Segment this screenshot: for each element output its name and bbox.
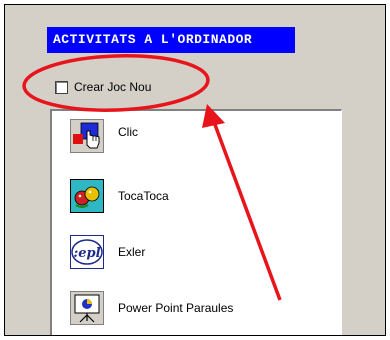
crear-joc-nou-option[interactable]: Crear Joc Nou (55, 80, 151, 94)
list-item-exler[interactable]: :epl Exler (70, 235, 145, 269)
list-item-label: Power Point Paraules (118, 301, 234, 315)
crear-joc-nou-checkbox[interactable] (55, 80, 68, 94)
list-item-label: Clic (118, 125, 138, 139)
list-item-clic[interactable]: Clic (70, 119, 138, 153)
list-item-power-point-paraules[interactable]: Power Point Paraules (70, 291, 233, 325)
svg-text::epl: :epl (73, 246, 100, 261)
tocatoca-icon (70, 179, 104, 213)
clic-icon (70, 119, 104, 153)
app-window: ACTIVITATS A L'ORDINADOR Crear Joc Nou C… (4, 4, 386, 336)
crear-joc-nou-label: Crear Joc Nou (74, 80, 152, 94)
powerpoint-icon (70, 291, 104, 325)
activities-list: Clic TocaToca :epl Exler Power Point Par… (50, 109, 342, 335)
list-item-label: TocaToca (118, 189, 169, 203)
list-item-label: Exler (118, 245, 146, 259)
section-title: ACTIVITATS A L'ORDINADOR (47, 27, 295, 53)
exler-icon: :epl (70, 235, 104, 269)
list-item-tocatoca[interactable]: TocaToca (70, 179, 169, 213)
